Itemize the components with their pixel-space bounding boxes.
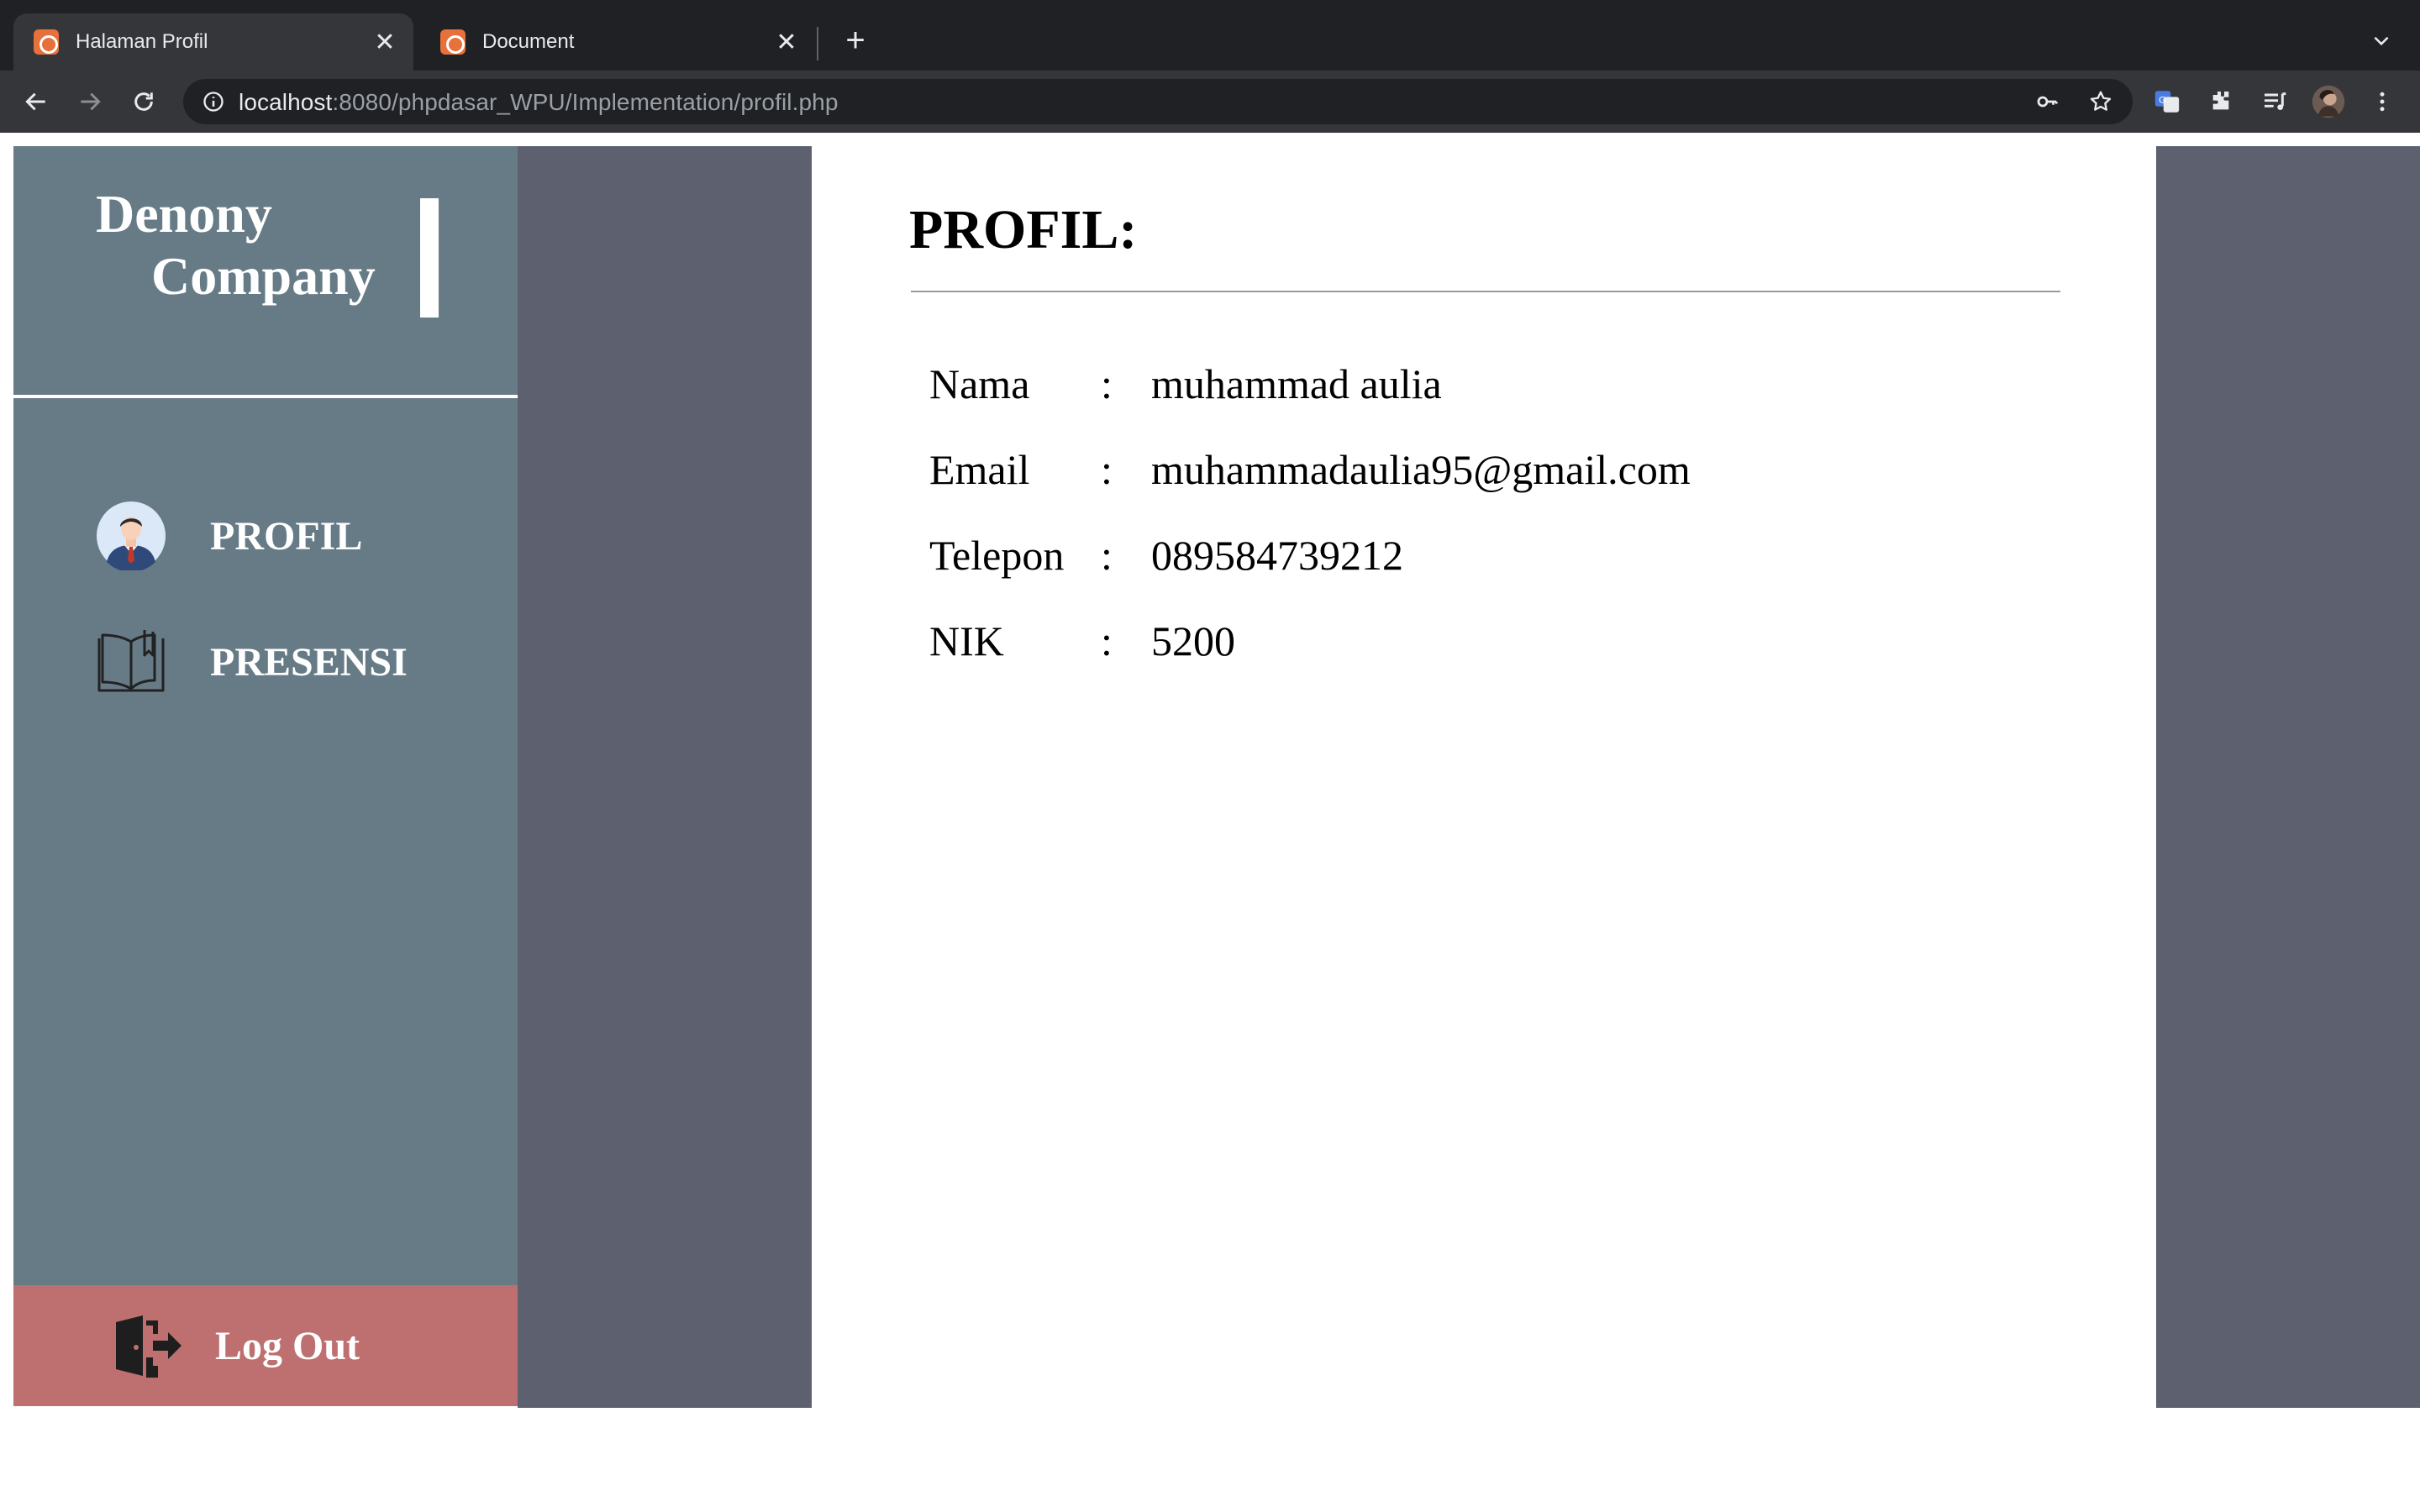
web-page: Denony Company PROFIL PRESENSI Log Out P…: [0, 133, 2420, 1512]
url-text: localhost:8080/phpdasar_WPU/Implementati…: [239, 89, 839, 116]
browser-tabstrip: Halaman Profil ✕ Document ✕ +: [0, 0, 2420, 71]
brand-block: Denony Company: [13, 146, 518, 398]
tab-search-chevron-icon[interactable]: [2365, 24, 2398, 57]
browser-toolbar: localhost:8080/phpdasar_WPU/Implementati…: [0, 71, 2420, 133]
brand-name-line1: Denony: [96, 184, 272, 244]
tab-close-icon[interactable]: ✕: [770, 25, 803, 59]
profile-avatar-icon[interactable]: [2309, 82, 2348, 121]
field-value: muhammad aulia: [1151, 360, 1442, 407]
field-label: NIK: [929, 617, 1004, 664]
tab-title: Halaman Profil: [76, 30, 208, 53]
svg-text:G: G: [2159, 95, 2166, 105]
forward-arrow-icon[interactable]: [71, 82, 109, 121]
logout-door-icon: [113, 1310, 183, 1381]
brand-name-line2: Company: [151, 246, 376, 306]
left-gutter-panel: [518, 146, 812, 1408]
page-title: PROFIL:: [909, 199, 1138, 260]
translate-extension-icon[interactable]: G: [2148, 82, 2186, 121]
new-tab-button[interactable]: +: [837, 22, 874, 59]
tab-halaman-profil[interactable]: Halaman Profil ✕: [13, 13, 413, 71]
tab-close-icon[interactable]: ✕: [368, 25, 402, 59]
sidebar-item-label: PRESENSI: [210, 639, 408, 685]
field-value: 089584739212: [1151, 532, 1403, 579]
brand-accent-bar: [420, 198, 439, 318]
sidebar-item-presensi[interactable]: PRESENSI: [96, 622, 482, 702]
field-separator: :: [1101, 617, 1113, 664]
reload-icon[interactable]: [124, 82, 163, 121]
sidebar: Denony Company PROFIL PRESENSI Log Out: [13, 146, 518, 1406]
field-value: muhammadaulia95@gmail.com: [1151, 446, 1691, 493]
sidebar-item-profil[interactable]: PROFIL: [96, 496, 482, 576]
field-separator: :: [1101, 446, 1113, 493]
tab-divider: [817, 27, 818, 60]
field-label: Telepon: [929, 532, 1065, 579]
book-icon: [96, 627, 166, 697]
user-avatar-icon: [96, 501, 166, 571]
extensions-puzzle-icon[interactable]: [2202, 82, 2240, 121]
field-label: Email: [929, 446, 1030, 493]
sidebar-item-label: PROFIL: [210, 513, 363, 559]
field-separator: :: [1101, 360, 1113, 407]
address-bar[interactable]: localhost:8080/phpdasar_WPU/Implementati…: [183, 79, 2133, 124]
tab-title: Document: [482, 30, 575, 53]
tab-document[interactable]: Document ✕: [420, 13, 815, 71]
back-arrow-icon[interactable]: [17, 82, 55, 121]
field-label: Nama: [929, 360, 1030, 407]
field-separator: :: [1101, 532, 1113, 579]
url-path: :8080/phpdasar_WPU/Implementation/profil…: [332, 89, 839, 115]
media-queue-icon[interactable]: [2255, 82, 2294, 121]
site-info-icon[interactable]: [198, 87, 229, 117]
xampp-favicon-icon: [34, 29, 59, 55]
logout-button[interactable]: Log Out: [13, 1285, 518, 1406]
bookmark-star-icon[interactable]: [2086, 87, 2116, 117]
title-divider: [911, 291, 2060, 292]
xampp-favicon-icon: [440, 29, 466, 55]
right-gutter-panel: [2156, 146, 2420, 1408]
browser-menu-kebab-icon[interactable]: [2363, 82, 2402, 121]
password-key-icon[interactable]: [2032, 87, 2062, 117]
field-value: 5200: [1151, 617, 1235, 664]
logout-label: Log Out: [215, 1323, 360, 1368]
url-host: localhost: [239, 89, 333, 115]
profile-content: PROFIL: Nama : muhammad aulia Email : mu…: [812, 146, 2156, 1408]
